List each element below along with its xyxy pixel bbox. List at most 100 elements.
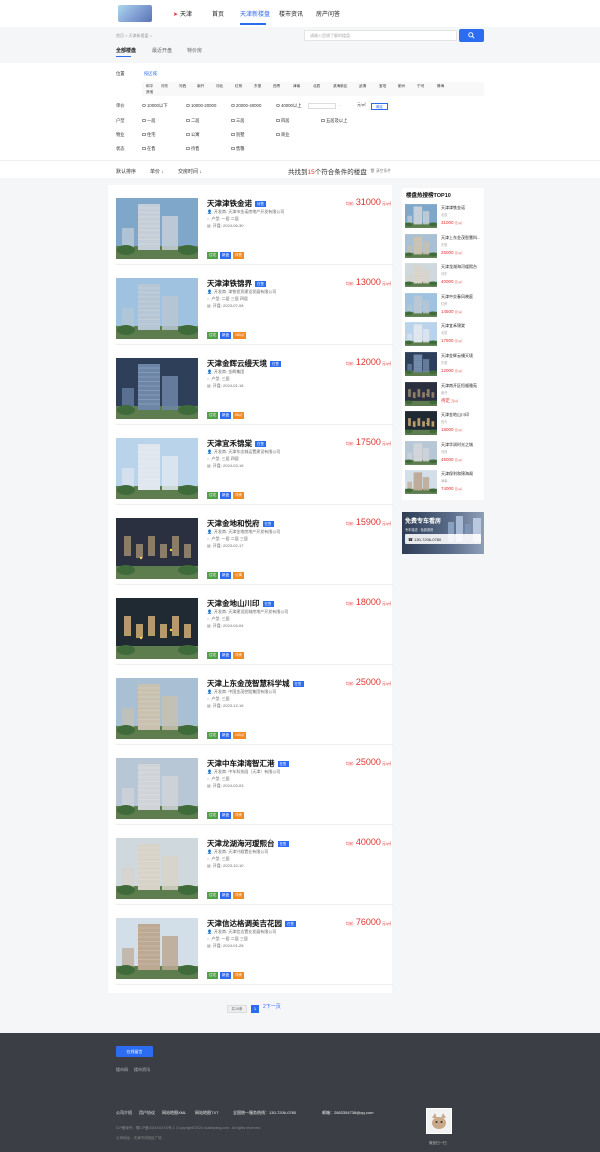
nav-new-homes[interactable]: 天津新楼盘: [240, 9, 270, 18]
search-input[interactable]: 请输入您想了解的楼盘: [304, 30, 457, 41]
sort-delivery[interactable]: 交房时间 ↓: [178, 168, 202, 175]
listing-thumbnail[interactable]: [116, 758, 198, 819]
nav-qa[interactable]: 房产问答: [316, 9, 340, 18]
listing-thumbnail[interactable]: [116, 918, 198, 979]
listing-name[interactable]: 天津上东金茂智慧科学城 在售: [207, 678, 304, 689]
listing-thumbnail[interactable]: [116, 278, 198, 339]
listing-card[interactable]: 天津信达格调美吉花园 在售 👤 开发商: 天津信达置业发展有限公司 ⌂ 户型: 一居 二居…: [116, 905, 393, 985]
price-confirm-button[interactable]: 确定: [371, 103, 388, 110]
filter-by-district[interactable]: 按区域: [144, 71, 157, 77]
top10-name[interactable]: 天津保利和锦海阁: [441, 471, 483, 477]
district-option[interactable]: 武清: [359, 84, 366, 89]
tab-recent[interactable]: 最近开盘: [152, 47, 172, 54]
price-radio[interactable]: [276, 103, 280, 108]
top10-item[interactable]: 天津中交春风晓庭 红桥 14500 元/㎡: [405, 292, 483, 321]
district-option[interactable]: 津南: [293, 84, 300, 89]
footer-nav-sitemap-txt[interactable]: 网站地图TXT: [195, 1110, 219, 1116]
footer-nav-sitemap-xml[interactable]: 网站地图XML: [162, 1110, 186, 1116]
pagination-next[interactable]: 2下一页: [263, 1003, 281, 1010]
price-radio[interactable]: [186, 103, 190, 108]
listing-thumbnail[interactable]: [116, 438, 198, 499]
listing-thumbnail[interactable]: [116, 518, 198, 579]
type-checkbox[interactable]: [276, 132, 280, 137]
listing-name[interactable]: 天津津铁金诺 待售: [207, 198, 266, 209]
promo-phone-box[interactable]: ☎ 130-7206-0780: [405, 534, 481, 544]
breadcrumb[interactable]: 首页 > 天津新楼盘 >: [116, 33, 152, 39]
top10-item[interactable]: 天津保利和锦海阁 津南 74000 元/㎡: [405, 470, 483, 498]
top10-thumbnail[interactable]: [405, 322, 437, 347]
top10-item[interactable]: 天津金地山川印 西青 18000 元/㎡: [405, 411, 483, 439]
district-option[interactable]: 河西: [179, 84, 186, 89]
district-option[interactable]: 东丽: [254, 84, 261, 89]
listing-card[interactable]: 天津金地山川印 在售 👤 开发商: 天津建设凯城房地产开发有限公司 ⌂ 户型: 三居 ▦ 开盘…: [116, 585, 393, 665]
type-checkbox[interactable]: [142, 132, 146, 137]
listing-thumbnail[interactable]: [116, 198, 198, 259]
leave-message-button[interactable]: 在线留言: [116, 1046, 153, 1057]
top10-name[interactable]: 天津华润时光之城: [441, 442, 483, 448]
listing-thumbnail[interactable]: [116, 678, 198, 739]
listing-card[interactable]: 天津金地和悦府 在售 👤 开发商: 天津金地房地产开发有限公司 ⌂ 户型: 一居 二居 三…: [116, 505, 393, 585]
type-option[interactable]: 住宅: [147, 132, 156, 138]
listing-name[interactable]: 天津津铁锦界 在售: [207, 278, 266, 289]
top10-thumbnail[interactable]: [405, 440, 437, 465]
footer-nav-agreement[interactable]: 用户协议: [139, 1110, 155, 1116]
listing-name[interactable]: 天津金地山川印 在售: [207, 598, 274, 609]
top10-item[interactable]: 天津津铁金诺 北辰 31000 元/㎡: [405, 204, 483, 232]
sort-default[interactable]: 默认排序: [116, 168, 136, 175]
price-option[interactable]: 40000以上: [281, 103, 302, 109]
top10-name[interactable]: 天津中交春风晓庭: [441, 294, 483, 300]
city-selector[interactable]: ➤ 天津: [173, 9, 192, 18]
footer-link-news[interactable]: 楼市资讯: [134, 1067, 150, 1073]
top10-thumbnail[interactable]: [405, 381, 437, 406]
price-radio[interactable]: [231, 103, 235, 108]
district-option[interactable]: 宝坻: [379, 84, 386, 89]
listing-card[interactable]: 天津金辉云缦天境 在售 👤 开发商: 金辉集团 ⌂ 户型: 三居 ▦ 开盘: 2024-01-…: [116, 345, 393, 425]
price-option[interactable]: 10000-20000: [191, 103, 216, 108]
clear-filters-button[interactable]: 🗑 清空条件: [370, 168, 391, 174]
listing-card[interactable]: 天津中车津湾智汇港 在售 👤 开发商: 中车科技园（天津）有限公司 ⌂ 户型: 三居 ▦ 开盘…: [116, 745, 393, 825]
price-option[interactable]: 10000以下: [147, 103, 168, 109]
footer-nav-about[interactable]: 公司介绍: [116, 1110, 132, 1116]
price-min-input[interactable]: [308, 103, 336, 109]
type-option[interactable]: 别墅: [236, 132, 245, 138]
type-checkbox[interactable]: [186, 132, 190, 137]
top10-item[interactable]: 天津华润时光之城 河西 45000 元/㎡: [405, 440, 483, 469]
top10-thumbnail[interactable]: [405, 352, 437, 376]
listing-thumbnail[interactable]: [116, 358, 198, 419]
pagination-page-1[interactable]: 1: [251, 1005, 259, 1013]
status-option[interactable]: 在售: [147, 146, 156, 152]
price-radio[interactable]: [142, 103, 146, 108]
listing-thumbnail[interactable]: [116, 598, 198, 659]
top10-item[interactable]: 天津金辉云缦天境 东丽 12000 元/㎡: [405, 352, 483, 380]
district-option[interactable]: 静海: [437, 84, 444, 89]
room-option[interactable]: 四居: [281, 118, 290, 124]
top10-item[interactable]: 天津宜禾锦棠 北辰 17500 元/㎡: [405, 322, 483, 350]
status-checkbox[interactable]: [142, 146, 146, 151]
district-option[interactable]: 河东: [161, 84, 168, 89]
status-option[interactable]: 售罄: [236, 146, 245, 152]
room-checkbox[interactable]: [276, 118, 280, 123]
room-checkbox[interactable]: [186, 118, 190, 123]
room-checkbox[interactable]: [321, 118, 325, 123]
listing-card[interactable]: 天津津铁锦界 在售 👤 开发商: 津铁投资建设发展有限公司 ⌂ 户型: 二居 三居 四居 ▦…: [116, 265, 393, 345]
status-checkbox[interactable]: [186, 146, 190, 151]
room-option[interactable]: 五居及以上: [326, 118, 347, 124]
top10-thumbnail[interactable]: [405, 470, 437, 495]
district-option[interactable]: 和平: [146, 84, 153, 89]
listing-thumbnail[interactable]: [116, 838, 198, 899]
room-checkbox[interactable]: [231, 118, 235, 123]
top10-name[interactable]: 天津津铁金诺: [441, 205, 483, 211]
status-checkbox[interactable]: [231, 146, 235, 151]
listing-card[interactable]: 天津龙湖海河瑷熙台 在售 👤 开发商: 天津兴顺置业有限公司 ⌂ 户型: 三居 ▦ 开盘: 2…: [116, 825, 393, 905]
site-logo[interactable]: [118, 5, 152, 22]
tab-special[interactable]: 特价房: [187, 47, 202, 54]
type-option[interactable]: 商业: [281, 132, 290, 138]
listing-card[interactable]: 天津宜禾锦棠 在售 👤 开发商: 天津东志城运置建设有限公司 ⌂ 户型: 三居 四居 ▦ 开盘…: [116, 425, 393, 505]
listing-name[interactable]: 天津中车津湾智汇港 在售: [207, 758, 289, 769]
free-viewing-banner[interactable]: 免费专车看房 专车接送 · 免费看房 ☎ 130-7206-0780: [402, 512, 484, 554]
top10-name[interactable]: 天津南开区恒顺雅苑: [441, 383, 483, 389]
listing-name[interactable]: 天津信达格调美吉花园 在售: [207, 918, 296, 929]
sort-price[interactable]: 单价 ↓: [150, 168, 164, 175]
top10-name[interactable]: 天津上东金茂智慧科...: [441, 235, 483, 241]
top10-thumbnail[interactable]: [405, 204, 437, 228]
